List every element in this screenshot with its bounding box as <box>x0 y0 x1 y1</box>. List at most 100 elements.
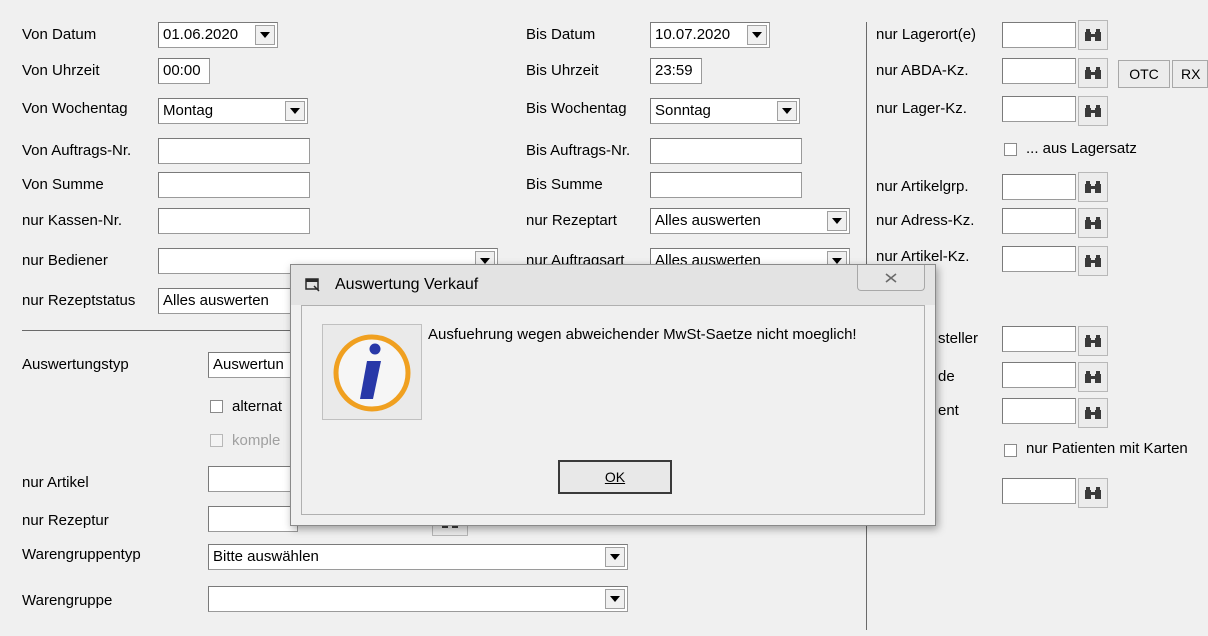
patient-input[interactable] <box>1002 398 1076 424</box>
komplett-checkbox[interactable] <box>210 434 223 447</box>
alternativ-checkbox[interactable] <box>210 400 223 413</box>
von-auftrags-nr-input[interactable] <box>158 138 310 164</box>
nur-adress-kz-label: nur Adress-Kz. <box>876 212 975 229</box>
bis-wochentag-select[interactable]: Sonntag <box>650 98 800 124</box>
binoculars-icon[interactable] <box>1078 58 1108 88</box>
nur-patienten-karten-label: nur Patienten mit Karten <box>1026 440 1188 457</box>
bis-datum-label: Bis Datum <box>526 26 596 43</box>
dialog-body: Ausfuehrung wegen abweichender MwSt-Saet… <box>301 305 925 515</box>
warengruppentyp-label: Warengruppentyp <box>22 546 141 563</box>
nur-adress-kz-input[interactable] <box>1002 208 1076 234</box>
bis-auftrags-nr-input[interactable] <box>650 138 802 164</box>
bis-uhrzeit-value: 23:59 <box>655 62 693 79</box>
nur-kassen-nr-input[interactable] <box>158 208 310 234</box>
nur-bediener-label: nur Bediener <box>22 252 108 269</box>
von-datum-value: 01.06.2020 <box>163 26 239 43</box>
rx-label: RX <box>1181 66 1201 82</box>
von-datum-label: Von Datum <box>22 26 97 43</box>
otc-button[interactable]: OTC <box>1118 60 1170 88</box>
nur-artikel-label: nur Artikel <box>22 474 89 491</box>
nur-lagerorte-label: nur Lagerort(e) <box>876 26 977 43</box>
warengruppentyp-value: Bitte auswählen <box>213 548 319 565</box>
chevron-down-icon[interactable] <box>285 101 305 121</box>
close-icon[interactable] <box>857 265 925 291</box>
app-icon <box>305 278 321 296</box>
nur-rezeptstatus-label: nur Rezeptstatus <box>22 292 136 309</box>
warengruppe-select[interactable] <box>208 586 628 612</box>
nur-kassen-nr-label: nur Kassen-Nr. <box>22 212 123 229</box>
bis-uhrzeit-label: Bis Uhrzeit <box>526 62 599 79</box>
binoculars-icon[interactable] <box>1078 172 1108 202</box>
nur-rezeptart-value: Alles auswerten <box>655 212 761 229</box>
binoculars-icon[interactable] <box>1078 326 1108 356</box>
bis-uhrzeit-input[interactable]: 23:59 <box>650 58 702 84</box>
nur-rezeptart-select[interactable]: Alles auswerten <box>650 208 850 234</box>
nur-lager-kz-input[interactable] <box>1002 96 1076 122</box>
chevron-down-icon[interactable] <box>255 25 275 45</box>
binoculars-icon[interactable] <box>1078 208 1108 238</box>
nur-rezeptur-input[interactable] <box>208 506 298 532</box>
nur-artikel-input[interactable] <box>208 466 298 492</box>
komplett-label: komple <box>232 432 281 449</box>
rx-button[interactable]: RX <box>1172 60 1208 88</box>
binoculars-icon[interactable] <box>1078 96 1108 126</box>
nur-patienten-karten-checkbox[interactable] <box>1004 444 1017 457</box>
nur-lagerorte-input[interactable] <box>1002 22 1076 48</box>
bis-auftrags-nr-label: Bis Auftrags-Nr. <box>526 142 631 159</box>
patient-label: ent <box>938 402 959 419</box>
info-icon <box>322 324 422 420</box>
dialog-title: Auswertung Verkauf <box>335 276 479 293</box>
hersteller-input[interactable] <box>1002 326 1076 352</box>
nur-artikel-kz-label: nur Artikel-Kz. <box>876 248 970 265</box>
von-datum-combo[interactable]: 01.06.2020 <box>158 22 278 48</box>
auswertungstyp-select[interactable]: Auswertun <box>208 352 298 378</box>
von-summe-label: Von Summe <box>22 176 104 193</box>
von-wochentag-select[interactable]: Montag <box>158 98 308 124</box>
chevron-down-icon[interactable] <box>827 211 847 231</box>
otc-label: OTC <box>1129 66 1159 82</box>
von-wochentag-value: Montag <box>163 102 214 119</box>
aus-lagersatz-checkbox[interactable] <box>1004 143 1017 156</box>
auswertungstyp-value: Auswertun <box>213 356 284 373</box>
nur-abda-kz-label: nur ABDA-Kz. <box>876 62 969 79</box>
nur-abda-kz-input[interactable] <box>1002 58 1076 84</box>
kunde-input[interactable] <box>1002 362 1076 388</box>
message-dialog: Auswertung Verkauf Ausfuehrung wegen abw… <box>290 264 936 526</box>
von-uhrzeit-label: Von Uhrzeit <box>22 62 100 79</box>
nur-artikel-kz-input[interactable] <box>1002 246 1076 272</box>
nur-artikelgrp-input[interactable] <box>1002 174 1076 200</box>
von-uhrzeit-value: 00:00 <box>163 62 201 79</box>
chevron-down-icon[interactable] <box>605 547 625 567</box>
binoculars-icon[interactable] <box>1078 398 1108 428</box>
binoculars-icon[interactable] <box>1078 246 1108 276</box>
alternativ-label: alternat <box>232 398 283 415</box>
dialog-message: Ausfuehrung wegen abweichender MwSt-Saet… <box>428 326 857 343</box>
nur-rezeptstatus-select[interactable]: Alles auswerten <box>158 288 308 314</box>
ok-button[interactable]: OK <box>558 460 672 494</box>
ok-label: OK <box>604 469 626 485</box>
von-uhrzeit-input[interactable]: 00:00 <box>158 58 210 84</box>
nur-artikelgrp-label: nur Artikelgrp. <box>876 178 969 195</box>
bis-wochentag-value: Sonntag <box>655 102 711 119</box>
auswertungstyp-label: Auswertungstyp <box>22 356 129 373</box>
aus-lagersatz-label: ... aus Lagersatz <box>1026 140 1137 157</box>
von-wochentag-label: Von Wochentag <box>22 100 128 117</box>
chevron-down-icon[interactable] <box>605 589 625 609</box>
nur-rezeptur-label: nur Rezeptur <box>22 512 109 529</box>
extra-input[interactable] <box>1002 478 1076 504</box>
bis-summe-input[interactable] <box>650 172 802 198</box>
chevron-down-icon[interactable] <box>747 25 767 45</box>
bis-wochentag-label: Bis Wochentag <box>526 100 627 117</box>
von-auftrags-nr-label: Von Auftrags-Nr. <box>22 142 132 159</box>
warengruppentyp-select[interactable]: Bitte auswählen <box>208 544 628 570</box>
chevron-down-icon[interactable] <box>777 101 797 121</box>
bis-datum-combo[interactable]: 10.07.2020 <box>650 22 770 48</box>
dialog-titlebar[interactable]: Auswertung Verkauf <box>291 265 935 305</box>
binoculars-icon[interactable] <box>1078 478 1108 508</box>
binoculars-icon[interactable] <box>1078 20 1108 50</box>
binoculars-icon[interactable] <box>1078 362 1108 392</box>
nur-rezeptart-label: nur Rezeptart <box>526 212 617 229</box>
nur-rezeptstatus-value: Alles auswerten <box>163 292 269 309</box>
von-summe-input[interactable] <box>158 172 310 198</box>
nur-lager-kz-label: nur Lager-Kz. <box>876 100 967 117</box>
